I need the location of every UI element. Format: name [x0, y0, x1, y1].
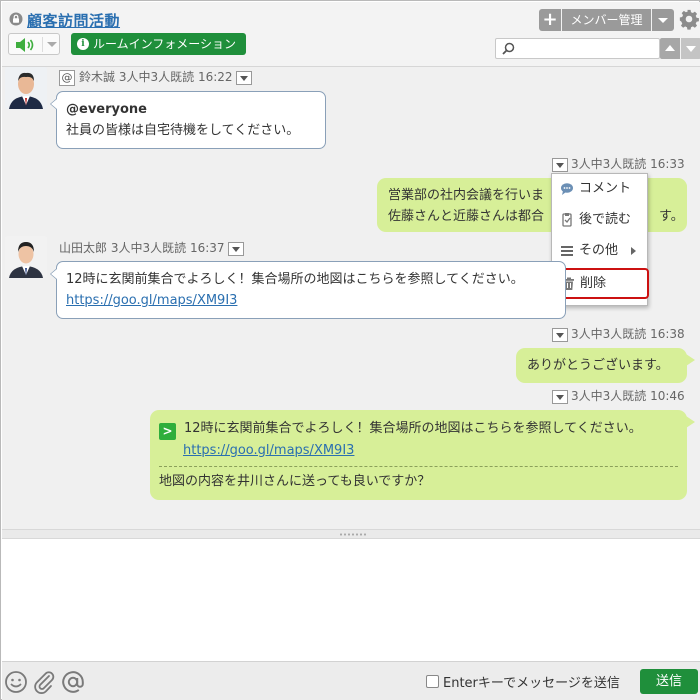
search-input[interactable] — [518, 40, 656, 57]
timestamp: 16:37 — [189, 241, 225, 255]
room-info-button[interactable]: i ルームインフォメーション — [71, 33, 246, 55]
menu-item-label: その他 — [579, 243, 619, 258]
menu-item-more[interactable]: その他 — [552, 236, 647, 266]
message-menu-caret[interactable] — [227, 241, 244, 256]
add-member-button[interactable]: + — [539, 9, 561, 31]
member-management-button[interactable]: メンバー管理 — [562, 9, 651, 31]
resize-handle[interactable] — [2, 529, 700, 539]
message-meta: @ 鈴木誠 3人中3人既読 16:22 — [59, 68, 255, 86]
message-menu-caret[interactable] — [552, 389, 568, 404]
attachment-icon[interactable] — [32, 670, 56, 694]
room-header: 顧客訪問活動 i ルームインフォメーション + メンバー管理 — [2, 2, 700, 67]
info-icon: i — [77, 38, 89, 50]
comment-icon — [561, 183, 573, 195]
chevron-up-icon — [665, 45, 675, 51]
message-meta: 3人中3人既読 16:33 — [549, 155, 685, 172]
chat-window: 顧客訪問活動 i ルームインフォメーション + メンバー管理 @ 鈴木誠 3人中… — [0, 0, 700, 700]
read-status: 3人中3人既読 — [110, 241, 187, 255]
message-line: ありがとうございます。 — [527, 358, 669, 373]
read-status: 3人中3人既読 — [571, 327, 647, 341]
timestamp: 16:22 — [197, 70, 233, 84]
menu-item-read-later[interactable]: 後で読む — [552, 205, 647, 235]
enter-to-send-checkbox[interactable] — [426, 675, 439, 688]
notification-sound-button[interactable] — [8, 33, 60, 55]
search-box — [495, 38, 660, 59]
message-link[interactable]: https://goo.gl/maps/XM9I3 — [66, 290, 556, 311]
message-line: 社員の皆様は自宅待機をしてください。 — [66, 123, 300, 138]
message-meta: 山田太郎 3人中3人既読 16:37 — [59, 239, 247, 256]
menu-item-label: 後で読む — [579, 212, 632, 227]
more-list-icon — [561, 246, 573, 256]
avatar[interactable] — [5, 67, 47, 109]
sender-name: 鈴木誠 — [79, 70, 116, 84]
grip-icon — [339, 533, 367, 536]
chevron-down-icon — [686, 46, 696, 52]
message-list[interactable]: @ 鈴木誠 3人中3人既読 16:22 @everyone 社員の皆様は自宅待機を… — [2, 67, 700, 529]
read-status: 3人中3人既読 — [571, 157, 647, 171]
message-line-part: す。 — [659, 209, 684, 224]
composer-toolbar: Enterキーでメッセージを送信 送信 — [2, 661, 700, 700]
message-line: @everyone — [66, 102, 147, 117]
chevron-down-icon[interactable] — [47, 42, 57, 47]
room-title[interactable]: 顧客訪問活動 — [27, 10, 120, 31]
bubble-tail — [686, 354, 695, 366]
chevron-down-icon — [658, 18, 668, 23]
menu-item-delete[interactable]: 削除 — [553, 268, 649, 299]
message-menu-caret[interactable] — [552, 157, 568, 172]
plus-icon: + — [542, 9, 558, 30]
timestamp: 16:33 — [650, 157, 685, 171]
gear-icon[interactable] — [678, 8, 700, 30]
read-status: 3人中3人既読 — [118, 70, 195, 84]
lock-icon — [9, 12, 23, 26]
message-bubble[interactable]: >12時に玄関前集合でよろしく！集合場所の地図はこちらを参照してください。 ht… — [150, 410, 695, 500]
message-menu-caret[interactable] — [235, 70, 252, 85]
divider — [42, 37, 43, 52]
quote-icon: > — [159, 423, 176, 440]
message-meta: 3人中3人既読 16:38 — [549, 325, 685, 342]
avatar-image — [5, 236, 47, 278]
read-status: 3人中3人既読 — [571, 389, 647, 403]
menu-item-label: 削除 — [580, 276, 607, 291]
message-bubble[interactable]: @everyone 社員の皆様は自宅待機をしてください。 — [50, 91, 326, 149]
message-meta: 3人中3人既読 10:46 — [549, 387, 685, 404]
timestamp: 10:46 — [650, 389, 685, 403]
message-line: 地図の内容を井川さんに送っても良いですか？ — [159, 474, 431, 489]
chevron-right-icon — [631, 247, 636, 255]
avatar-image — [5, 67, 47, 109]
avatar[interactable] — [5, 236, 47, 278]
quote-line: >12時に玄関前集合でよろしく！集合場所の地図はこちらを参照してください。 — [159, 418, 678, 440]
search-prev-button[interactable] — [660, 38, 680, 59]
bubble-tail — [50, 98, 57, 110]
emoji-icon[interactable] — [4, 670, 28, 694]
quote-divider — [159, 466, 678, 467]
mention-icon: @ — [59, 69, 75, 86]
message-bubble[interactable]: 12時に玄関前集合でよろしく！集合場所の地図はこちらを参照してください。 htt… — [50, 261, 566, 319]
mention-icon[interactable] — [60, 670, 86, 694]
bubble-tail — [686, 184, 687, 196]
speaker-icon — [16, 38, 34, 52]
search-icon — [502, 42, 515, 55]
message-line-part: 佐藤さんと近藤さんは都合 — [388, 209, 545, 224]
bubble-tail — [686, 416, 695, 428]
menu-item-label: コメント — [579, 181, 632, 196]
bubble-tail — [50, 268, 57, 280]
quoted-link[interactable]: https://goo.gl/maps/XM9I3 — [159, 440, 678, 461]
message-menu-caret[interactable] — [552, 327, 568, 342]
send-button[interactable]: 送信 — [640, 669, 698, 694]
enter-to-send-label[interactable]: Enterキーでメッセージを送信 — [443, 672, 620, 691]
read-later-icon — [562, 213, 572, 227]
menu-item-comment[interactable]: コメント — [552, 174, 647, 204]
quoted-text: 12時に玄関前集合でよろしく！集合場所の地図はこちらを参照してください。 — [184, 421, 642, 436]
room-info-label: ルームインフォメーション — [93, 37, 237, 51]
search-next-button[interactable] — [681, 38, 700, 59]
sender-name: 山田太郎 — [59, 241, 108, 255]
message-line: 12時に玄関前集合でよろしく！集合場所の地図はこちらを参照してください。 — [66, 272, 524, 287]
timestamp: 16:38 — [650, 327, 685, 341]
member-menu-button[interactable] — [652, 9, 674, 31]
message-bubble[interactable]: ありがとうございます。 — [516, 348, 695, 383]
message-input[interactable] — [2, 539, 700, 661]
